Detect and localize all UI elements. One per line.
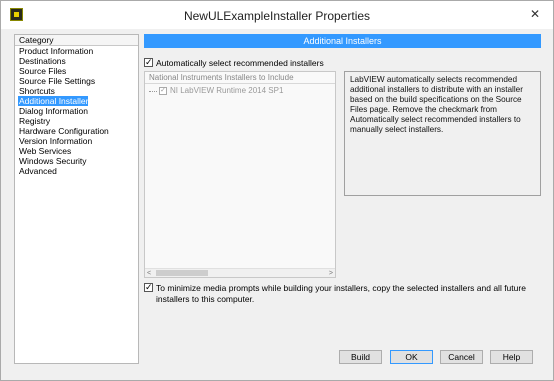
category-list: Category Product Information Destination…: [14, 34, 139, 364]
auto-select-label[interactable]: Automatically select recommended install…: [156, 58, 324, 68]
cancel-button[interactable]: Cancel: [440, 350, 483, 364]
category-header: Category: [15, 35, 138, 46]
category-item-destinations[interactable]: Destinations: [15, 56, 138, 66]
build-button[interactable]: Build: [339, 350, 382, 364]
category-item-advanced[interactable]: Advanced: [15, 166, 138, 176]
category-item-source-files[interactable]: Source Files: [15, 66, 138, 76]
category-item-windows-security[interactable]: Windows Security: [15, 156, 138, 166]
installer-item[interactable]: ✓ NI LabVIEW Runtime 2014 SP1: [149, 86, 283, 96]
properties-dialog: NewULExampleInstaller Properties ✕ Categ…: [0, 0, 554, 381]
category-item-registry[interactable]: Registry: [15, 116, 138, 126]
minimize-prompts-label[interactable]: To minimize media prompts while building…: [156, 283, 526, 305]
page-title: Additional Installers: [144, 34, 541, 48]
category-item-product-information[interactable]: Product Information: [15, 46, 138, 56]
installer-list-header: National Instruments Installers to Inclu…: [145, 72, 335, 84]
scroll-right-icon[interactable]: >: [329, 269, 333, 278]
category-item-shortcuts[interactable]: Shortcuts: [15, 86, 138, 96]
scroll-thumb[interactable]: [156, 270, 208, 276]
category-item-source-file-settings[interactable]: Source File Settings: [15, 76, 138, 86]
installer-list: National Instruments Installers to Inclu…: [144, 71, 336, 278]
auto-select-checkbox[interactable]: ✓: [144, 58, 153, 67]
installer-label: NI LabVIEW Runtime 2014 SP1: [170, 86, 284, 95]
scroll-left-icon[interactable]: <: [147, 269, 151, 278]
category-item-web-services[interactable]: Web Services: [15, 146, 138, 156]
category-item-version-information[interactable]: Version Information: [15, 136, 138, 146]
title-bar: NewULExampleInstaller Properties ✕: [1, 1, 553, 29]
category-item-additional-installers[interactable]: Additional Installers: [18, 96, 93, 106]
help-button[interactable]: Help: [490, 350, 533, 364]
horizontal-scrollbar[interactable]: < >: [145, 268, 335, 277]
installer-checkbox[interactable]: ✓: [159, 87, 167, 95]
close-button[interactable]: ✕: [525, 6, 545, 21]
category-item-hardware-configuration[interactable]: Hardware Configuration: [15, 126, 138, 136]
tree-connector: [149, 90, 157, 92]
category-item-dialog-information[interactable]: Dialog Information: [15, 106, 138, 116]
description-text: LabVIEW automatically selects recommende…: [344, 71, 541, 196]
minimize-prompts-checkbox[interactable]: ✓: [144, 283, 153, 292]
window-title: NewULExampleInstaller Properties: [183, 9, 371, 23]
ok-button[interactable]: OK: [390, 350, 433, 364]
